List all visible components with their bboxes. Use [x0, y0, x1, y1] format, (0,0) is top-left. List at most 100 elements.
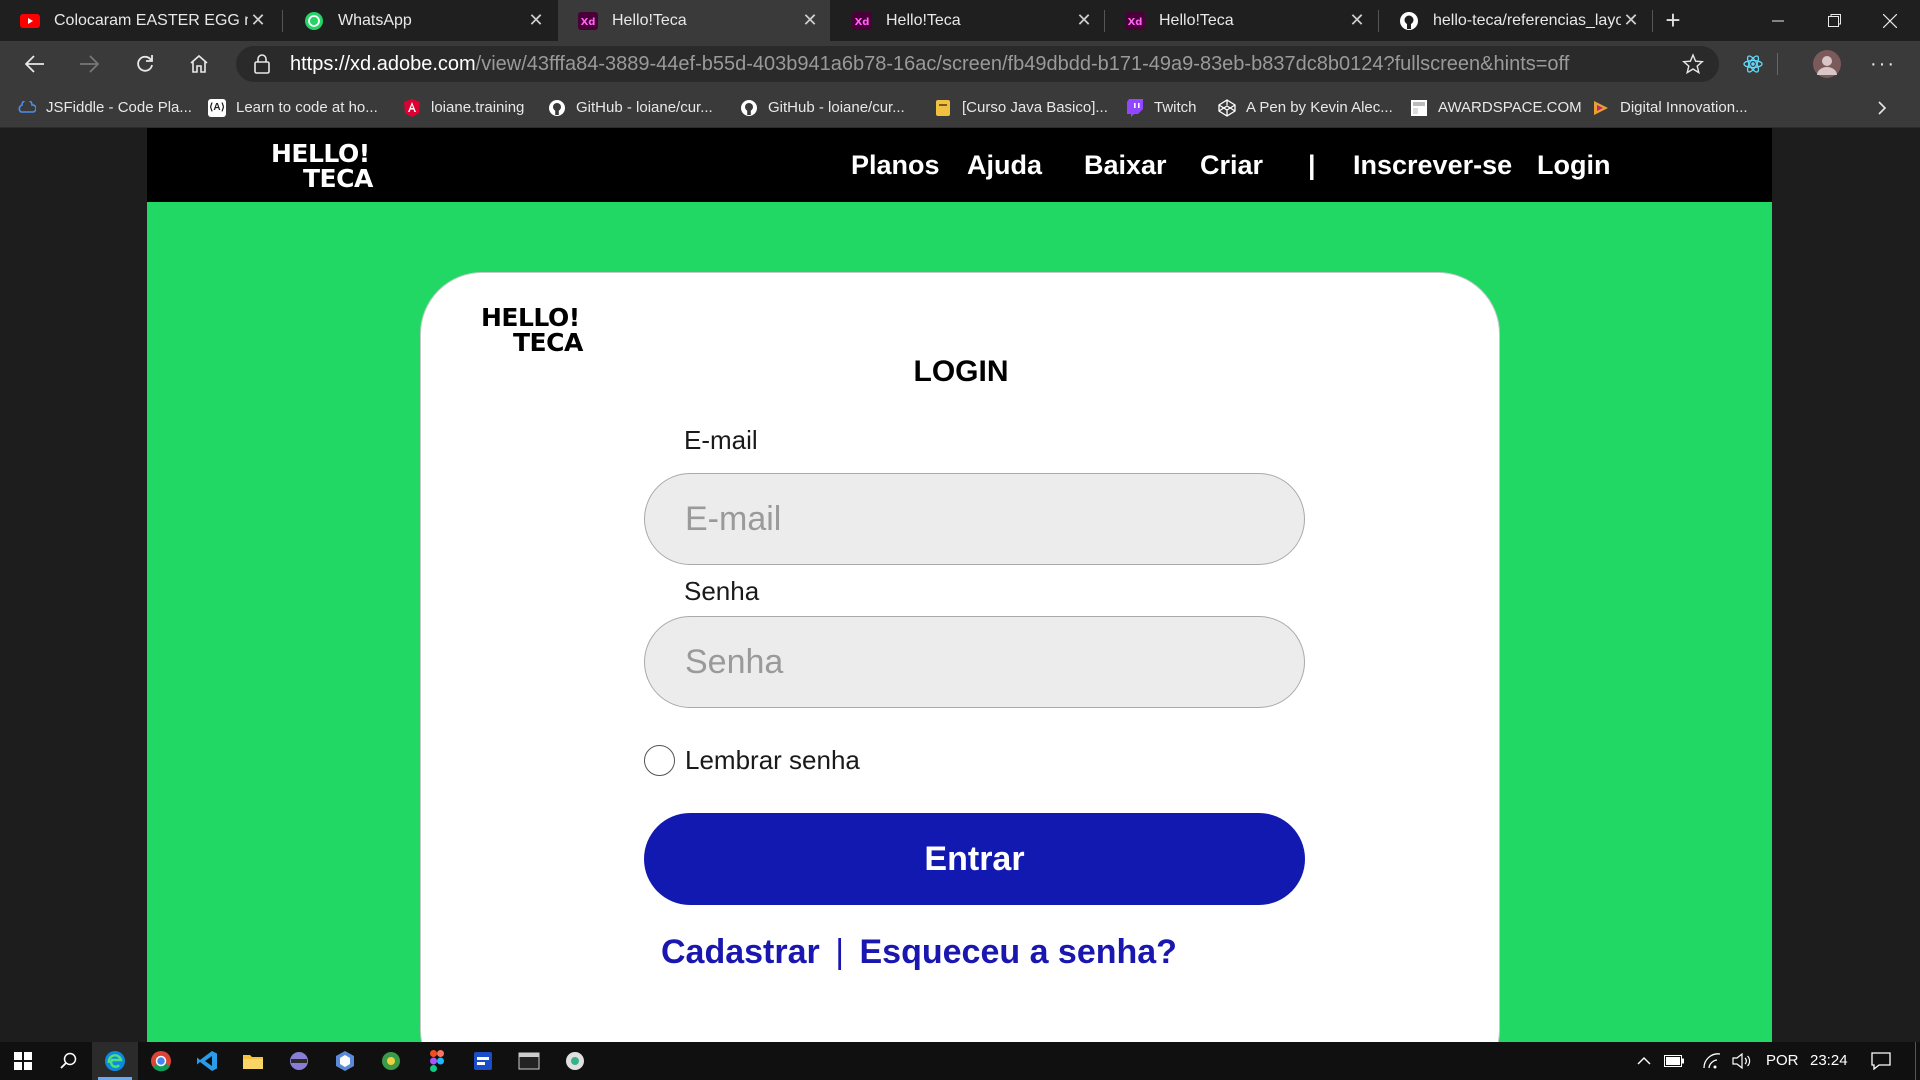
nav-link-criar[interactable]: Criar	[1200, 128, 1263, 202]
nav-link-baixar[interactable]: Baixar	[1084, 128, 1167, 202]
adobe-xd-icon: Xd	[1125, 11, 1145, 31]
logo-line-2: TECA	[303, 164, 373, 193]
browser-tab-bar: Colocaram EASTER EGG na D ✕ WhatsApp ✕ X…	[0, 0, 1920, 41]
github-icon	[1399, 11, 1419, 31]
more-options-icon[interactable]: ···	[1864, 45, 1902, 83]
adobe-xd-icon: Xd	[852, 11, 872, 31]
new-tab-button[interactable]: +	[1656, 4, 1690, 38]
battery-icon[interactable]	[1660, 1042, 1688, 1080]
close-tab-icon[interactable]: ✕	[526, 10, 546, 31]
tab-hello-teca[interactable]: Xd Hello!Teca ✕	[1105, 0, 1377, 41]
close-tab-icon[interactable]: ✕	[1347, 10, 1367, 31]
url-field[interactable]: https://xd.adobe.com/view/43fffa84-3889-…	[236, 46, 1719, 82]
email-field[interactable]	[644, 473, 1305, 565]
logo-line-1: HELLO!	[271, 139, 370, 168]
bookmark-item[interactable]: GitHub - loiane/cur...	[740, 87, 905, 128]
codepen-icon	[1218, 98, 1236, 117]
url-path: /view/43fffa84-3889-44ef-b55d-403b941a6b…	[475, 53, 1570, 75]
bookmark-item[interactable]: ⟨A⟩ Learn to code at ho...	[208, 87, 378, 128]
address-bar-row: https://xd.adobe.com/view/43fffa84-3889-…	[0, 41, 1920, 87]
close-window-button[interactable]	[1862, 0, 1918, 41]
windows-start-icon[interactable]	[0, 1042, 46, 1080]
remember-password-option[interactable]: Lembrar senha	[644, 745, 860, 776]
url-domain: https://xd.adobe.com	[290, 53, 476, 75]
angular-icon	[403, 98, 421, 117]
app-icon[interactable]	[276, 1042, 322, 1080]
reload-button[interactable]	[126, 45, 164, 83]
signup-link[interactable]: Cadastrar	[661, 933, 820, 971]
bookmark-item[interactable]: A Pen by Kevin Alec...	[1218, 87, 1393, 128]
url-text: https://xd.adobe.com/view/43fffa84-3889-…	[290, 46, 1569, 82]
tab-title: Hello!Teca	[1159, 11, 1234, 29]
close-tab-icon[interactable]: ✕	[1074, 10, 1094, 31]
lock-icon[interactable]	[254, 54, 270, 79]
github-icon	[548, 99, 566, 117]
profile-avatar[interactable]	[1808, 45, 1846, 83]
svg-text:Xd: Xd	[581, 17, 596, 28]
bookmark-item[interactable]: loiane.training	[403, 87, 524, 128]
logo-line-1: HELLO!	[481, 303, 580, 332]
react-devtools-icon[interactable]	[1734, 45, 1772, 83]
back-button[interactable]	[16, 45, 54, 83]
file-explorer-icon[interactable]	[230, 1042, 276, 1080]
login-card: HELLO! TECA LOGIN E-mail Senha Lembrar s…	[420, 272, 1500, 1042]
logo-line-2: TECA	[513, 328, 583, 357]
close-tab-icon[interactable]: ✕	[1621, 10, 1641, 31]
more-bookmarks-chevron-icon[interactable]	[1876, 87, 1888, 128]
show-desktop-button[interactable]	[1915, 1042, 1920, 1080]
bookmark-item[interactable]: GitHub - loiane/cur...	[548, 87, 713, 128]
app-icon[interactable]	[552, 1042, 598, 1080]
bookmark-item[interactable]: Digital Innovation...	[1592, 87, 1748, 128]
home-button[interactable]	[180, 45, 218, 83]
jsfiddle-icon	[18, 99, 36, 117]
wifi-icon[interactable]	[1698, 1042, 1726, 1080]
close-tab-icon[interactable]: ✕	[248, 10, 268, 31]
remember-password-radio[interactable]	[644, 745, 675, 776]
auth-links: Cadastrar | Esqueceu a senha?	[661, 933, 1177, 972]
minimize-button[interactable]	[1750, 0, 1806, 41]
page-viewport: HELLO! TECA Planos Ajuda Baixar Criar | …	[0, 128, 1920, 1042]
forgot-password-link[interactable]: Esqueceu a senha?	[860, 933, 1177, 971]
bookmark-item[interactable]: JSFiddle - Code Pla...	[18, 87, 192, 128]
tab-hello-teca-active[interactable]: Xd Hello!Teca ✕	[558, 0, 830, 41]
tab-youtube[interactable]: Colocaram EASTER EGG na D ✕	[0, 0, 278, 41]
search-icon[interactable]	[46, 1042, 92, 1080]
nav-link-login[interactable]: Login	[1537, 128, 1610, 202]
bookmark-label: A Pen by Kevin Alec...	[1246, 99, 1393, 116]
bookmark-label: GitHub - loiane/cur...	[768, 99, 905, 116]
tab-whatsapp[interactable]: WhatsApp ✕	[284, 0, 556, 41]
app-icon[interactable]	[368, 1042, 414, 1080]
site-navbar: HELLO! TECA Planos Ajuda Baixar Criar | …	[147, 128, 1772, 202]
bookmark-label: Twitch	[1154, 99, 1197, 116]
close-tab-icon[interactable]: ✕	[800, 10, 820, 31]
site-logo[interactable]: HELLO! TECA	[271, 141, 373, 191]
twitch-icon	[1126, 98, 1144, 117]
nav-link-planos[interactable]: Planos	[851, 128, 940, 202]
edge-browser-icon[interactable]	[92, 1042, 138, 1080]
bookmark-item[interactable]: AWARDSPACE.COM	[1410, 87, 1582, 128]
chrome-icon[interactable]	[138, 1042, 184, 1080]
svg-text:Xd: Xd	[1128, 17, 1143, 28]
login-submit-button[interactable]: Entrar	[644, 813, 1305, 905]
volume-icon[interactable]	[1728, 1042, 1756, 1080]
favorite-star-icon[interactable]	[1681, 53, 1705, 80]
password-field[interactable]	[644, 616, 1305, 708]
vscode-icon[interactable]	[184, 1042, 230, 1080]
show-hidden-icons-chevron-icon[interactable]	[1630, 1042, 1658, 1080]
app-icon[interactable]	[460, 1042, 506, 1080]
nav-link-inscrever-se[interactable]: Inscrever-se	[1353, 128, 1512, 202]
figma-icon[interactable]	[414, 1042, 460, 1080]
notifications-icon[interactable]	[1858, 1042, 1904, 1080]
bookmark-item[interactable]: Twitch	[1126, 87, 1197, 128]
bookmark-item[interactable]: [Curso Java Basico]...	[934, 87, 1108, 128]
restore-button[interactable]	[1806, 0, 1862, 41]
nav-link-ajuda[interactable]: Ajuda	[967, 128, 1042, 202]
tab-github[interactable]: hello-teca/referencias_layout ✕	[1379, 0, 1651, 41]
terminal-icon[interactable]	[506, 1042, 552, 1080]
clock-time[interactable]: 23:24	[1810, 1042, 1848, 1080]
app-icon[interactable]	[322, 1042, 368, 1080]
input-language[interactable]: POR	[1766, 1042, 1799, 1080]
forward-button[interactable]	[70, 45, 108, 83]
tab-hello-teca[interactable]: Xd Hello!Teca ✕	[832, 0, 1104, 41]
page-icon	[934, 99, 952, 117]
